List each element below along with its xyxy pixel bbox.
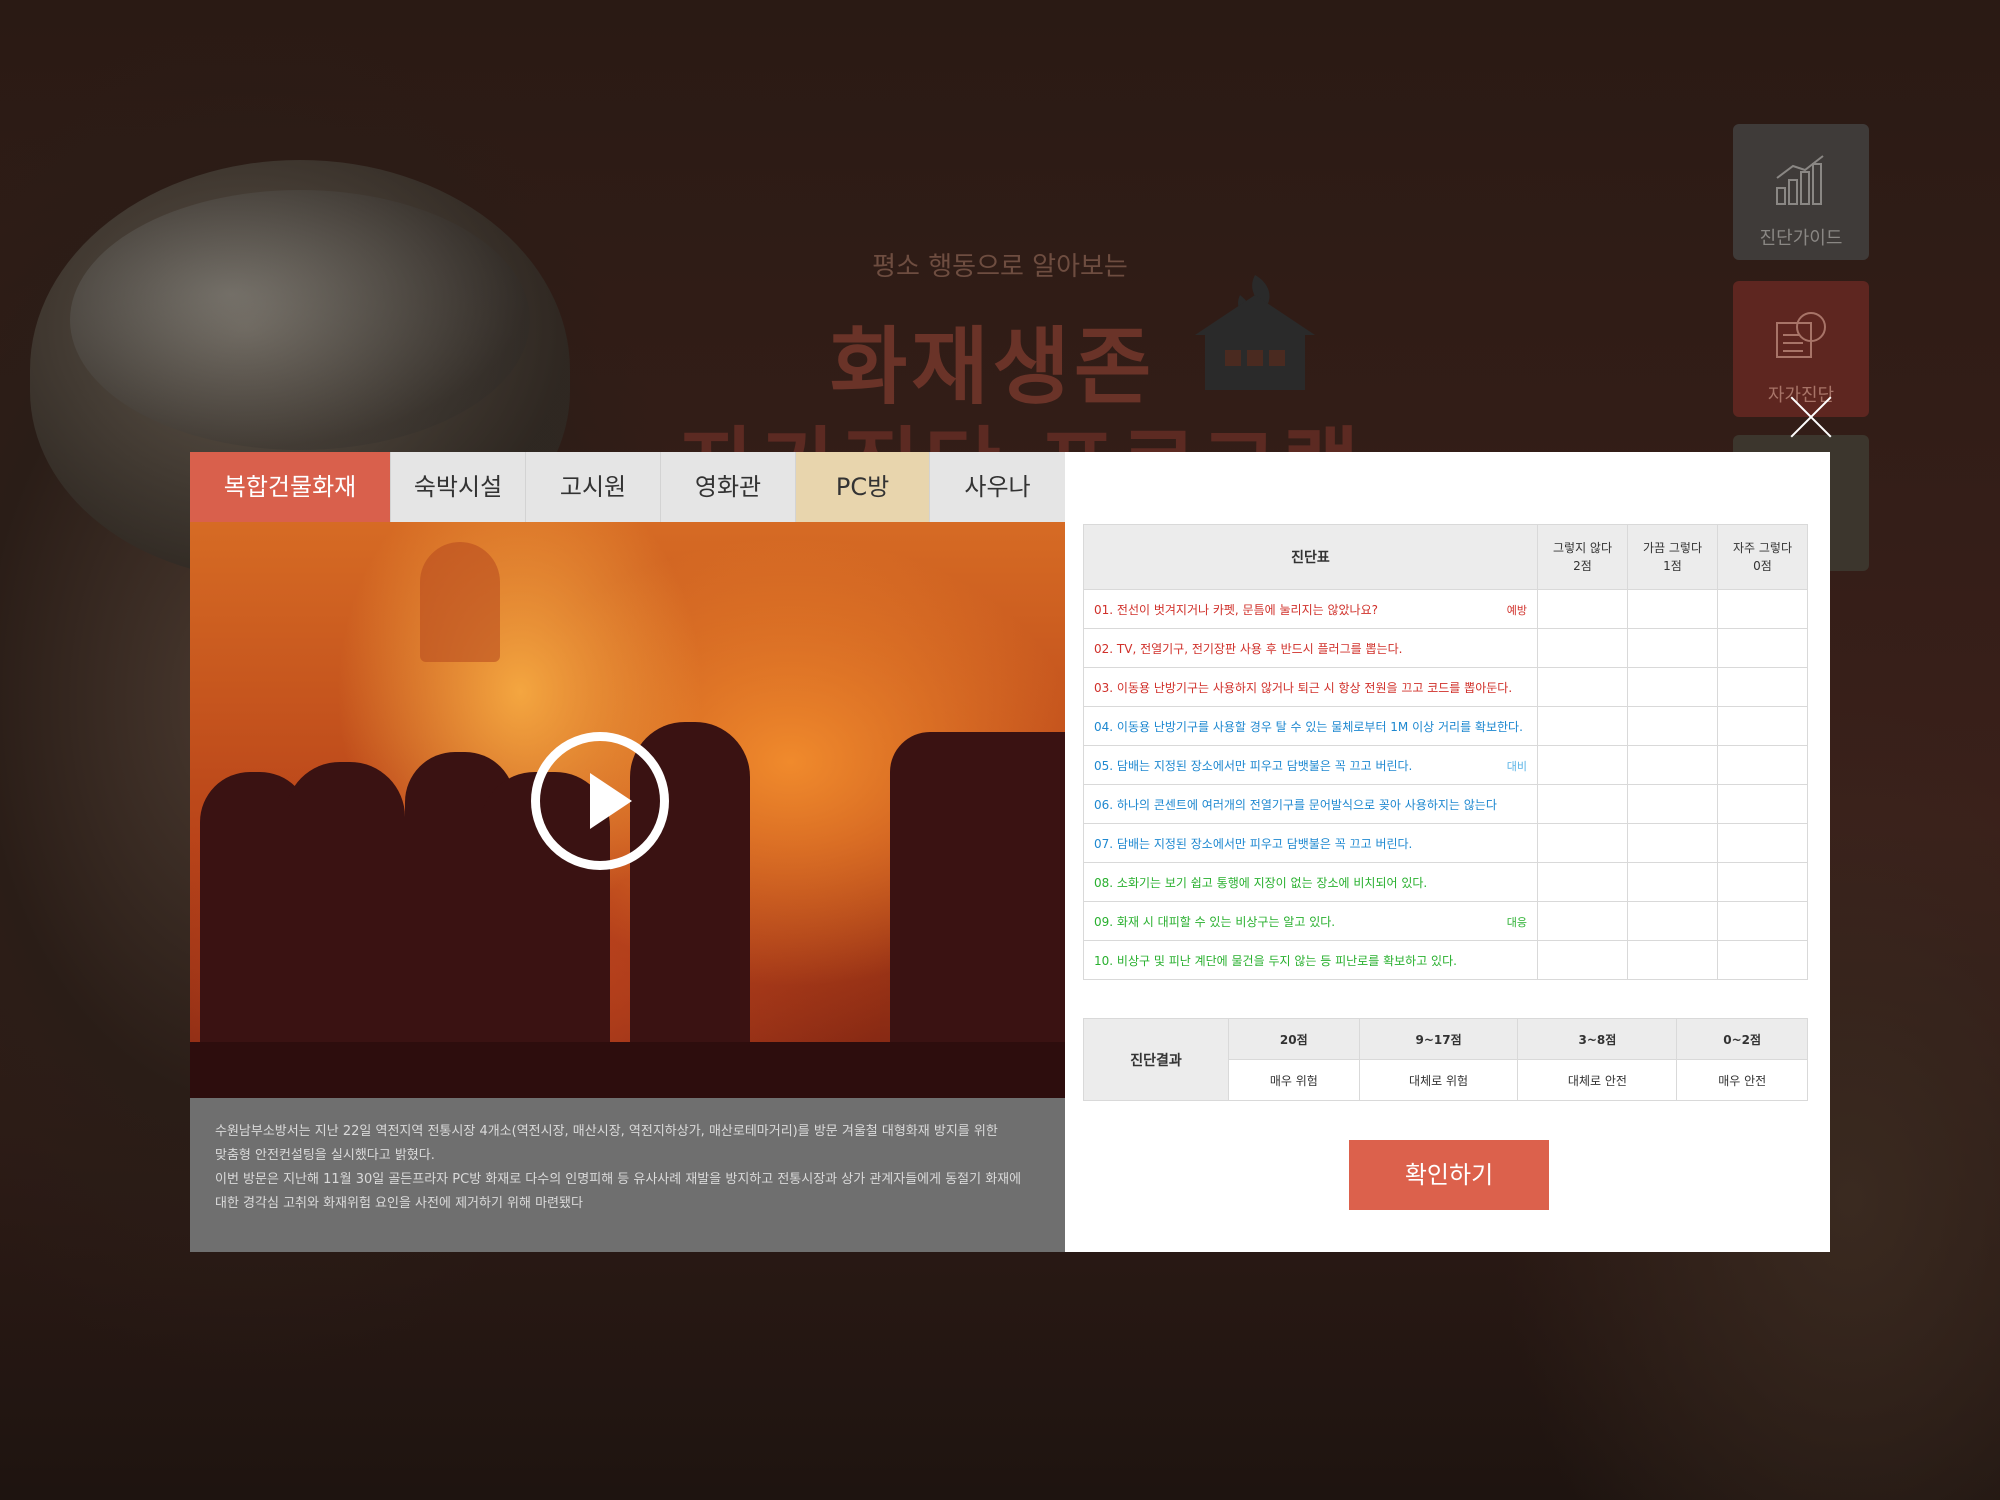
verdict-text: 매우 위험 (1228, 1059, 1360, 1101)
description-line: 대한 경각심 고취와 화재위험 요인을 사전에 제거하기 위해 마련됐다 (215, 1196, 583, 1211)
diagnosis-guide-button[interactable]: 진단가이드 (1733, 124, 1869, 260)
video-player[interactable] (190, 522, 1065, 1098)
verdict-text: 매우 안전 (1676, 1059, 1808, 1101)
answer-cell[interactable] (1717, 784, 1808, 824)
answer-cell[interactable] (1627, 589, 1718, 629)
page-subtitle: 평소 행동으로 알아보는 (872, 252, 1128, 282)
ground-shadow (190, 1042, 1065, 1098)
table-row: 08. 소화기는 보기 쉽고 통행에 지장이 없는 장소에 비치되어 있다. (1083, 862, 1808, 902)
score-range: 20점 (1228, 1018, 1360, 1060)
answer-cell[interactable] (1717, 901, 1808, 941)
answer-cell[interactable] (1717, 706, 1808, 746)
tab-lodging[interactable]: 숙박시설 (391, 452, 526, 522)
question-text: 09. 화재 시 대피할 수 있는 비상구는 알고 있다. 대응 (1083, 901, 1538, 941)
video-panel: 복합건물화재 숙박시설 고시원 영화관 PC방 사우나 수원남부소방서는 지난 … (190, 452, 1065, 1252)
answer-cell[interactable] (1537, 862, 1628, 902)
question-text: 07. 담배는 지정된 장소에서만 피우고 담뱃불은 꼭 끄고 버린다. (1083, 823, 1538, 863)
confirm-button[interactable]: 확인하기 (1349, 1140, 1549, 1210)
category-tag: 대비 (1506, 760, 1527, 773)
question-text: 02. TV, 전열기구, 전기장판 사용 후 반드시 플러그를 뽑는다. (1083, 628, 1538, 668)
description-line: 맞춤형 안전컨설팅을 실시했다고 밝혔다. (215, 1148, 435, 1163)
answer-cell[interactable] (1627, 862, 1718, 902)
answer-cell[interactable] (1537, 745, 1628, 785)
answer-cell[interactable] (1717, 667, 1808, 707)
description-line: 수원남부소방서는 지난 22일 역전지역 전통시장 4개소(역전시장, 매산시장… (215, 1124, 998, 1139)
option-header: 가끔 그렇다 1점 (1627, 524, 1718, 590)
answer-cell[interactable] (1717, 589, 1808, 629)
close-icon[interactable] (1789, 395, 1833, 439)
question-text: 03. 이동용 난방기구는 사용하지 않거나 퇴근 시 항상 전원을 끄고 코드… (1083, 667, 1538, 707)
answer-cell[interactable] (1537, 784, 1628, 824)
answer-cell[interactable] (1537, 706, 1628, 746)
firefighter-silhouette (285, 762, 405, 1062)
question-text: 10. 비상구 및 피난 계단에 물건을 두지 않는 등 피난로를 확보하고 있… (1083, 940, 1538, 980)
video-description: 수원남부소방서는 지난 22일 역전지역 전통시장 4개소(역전시장, 매산시장… (215, 1120, 1025, 1216)
tab-gosiwon[interactable]: 고시원 (526, 452, 661, 522)
answer-cell[interactable] (1717, 823, 1808, 863)
answer-cell[interactable] (1627, 628, 1718, 668)
tab-pc-room[interactable]: PC방 (796, 452, 930, 522)
table-row: 05. 담배는 지정된 장소에서만 피우고 담뱃불은 꼭 끄고 버린다. 대비 (1083, 745, 1808, 785)
answer-cell[interactable] (1717, 940, 1808, 980)
question-text: 06. 하나의 콘센트에 여러개의 전열기구를 문어발식으로 꽂아 사용하지는 … (1083, 784, 1538, 824)
report-icon (1776, 312, 1826, 358)
diagnosis-table: 진단표 그렇지 않다 2점 가끔 그렇다 1점 자주 그렇다 0점 01. 전선이 벗… (1083, 524, 1808, 980)
bar-chart-icon (1776, 155, 1824, 205)
diagnosis-modal: 복합건물화재 숙박시설 고시원 영화관 PC방 사우나 수원남부소방서는 지난 … (190, 452, 1830, 1252)
table-row: 09. 화재 시 대피할 수 있는 비상구는 알고 있다. 대응 (1083, 901, 1808, 941)
question-text: 08. 소화기는 보기 쉽고 통행에 지장이 없는 장소에 비치되어 있다. (1083, 862, 1538, 902)
answer-cell[interactable] (1717, 628, 1808, 668)
category-tag: 예방 (1506, 604, 1527, 617)
facility-tabs: 복합건물화재 숙박시설 고시원 영화관 PC방 사우나 (190, 452, 1065, 522)
answer-cell[interactable] (1537, 940, 1628, 980)
tab-cinema[interactable]: 영화관 (661, 452, 796, 522)
question-text: 04. 이동용 난방기구를 사용할 경우 탈 수 있는 물체로부터 1M 이상 … (1083, 706, 1538, 746)
answer-cell[interactable] (1627, 667, 1718, 707)
tab-sauna[interactable]: 사우나 (930, 452, 1065, 522)
category-tag: 대응 (1506, 916, 1527, 929)
table-row: 03. 이동용 난방기구는 사용하지 않거나 퇴근 시 항상 전원을 끄고 코드… (1083, 667, 1808, 707)
answer-cell[interactable] (1627, 901, 1718, 941)
answer-cell[interactable] (1717, 862, 1808, 902)
tab-complex-building[interactable]: 복합건물화재 (190, 452, 391, 522)
description-line: 이번 방문은 지난해 11월 30일 골든프라자 PC방 화재로 다수의 인명피… (215, 1172, 1022, 1187)
table-row: 10. 비상구 및 피난 계단에 물건을 두지 않는 등 피난로를 확보하고 있… (1083, 940, 1808, 980)
helmet-visor-image (70, 190, 530, 450)
answer-cell[interactable] (1627, 823, 1718, 863)
option-header: 그렇지 않다 2점 (1537, 524, 1628, 590)
question-text: 05. 담배는 지정된 장소에서만 피우고 담뱃불은 꼭 끄고 버린다. 대비 (1083, 745, 1538, 785)
play-icon[interactable] (531, 732, 669, 870)
answer-cell[interactable] (1627, 706, 1718, 746)
diagnosis-guide-label: 진단가이드 (1759, 228, 1843, 249)
result-label: 진단결과 (1083, 1018, 1229, 1101)
table-row: 01. 전선이 벗겨지거나 카펫, 문틈에 눌리지는 않았나요? 예방 (1083, 589, 1808, 629)
result-table: 진단결과 20점 9~17점 3~8점 0~2점 매우 위험 대체로 위험 대체… (1083, 1018, 1808, 1101)
background-tank-shape (420, 542, 500, 662)
table-row: 07. 담배는 지정된 장소에서만 피우고 담뱃불은 꼭 끄고 버린다. (1083, 823, 1808, 863)
answer-cell[interactable] (1627, 745, 1718, 785)
answer-cell[interactable] (1717, 745, 1808, 785)
burning-house-icon (1195, 275, 1315, 390)
question-text: 01. 전선이 벗겨지거나 카펫, 문틈에 눌리지는 않았나요? 예방 (1083, 589, 1538, 629)
answer-cell[interactable] (1537, 823, 1628, 863)
score-range: 3~8점 (1517, 1018, 1678, 1060)
verdict-text: 대체로 위험 (1358, 1059, 1519, 1101)
answer-cell[interactable] (1627, 784, 1718, 824)
answer-cell[interactable] (1537, 589, 1628, 629)
verdict-text: 대체로 안전 (1517, 1059, 1678, 1101)
score-range: 9~17점 (1358, 1018, 1519, 1060)
fire-truck-silhouette (890, 732, 1065, 1062)
answer-cell[interactable] (1537, 901, 1628, 941)
diagnosis-table-header: 진단표 (1083, 524, 1538, 590)
answer-cell[interactable] (1627, 940, 1718, 980)
answer-cell[interactable] (1537, 628, 1628, 668)
answer-cell[interactable] (1537, 667, 1628, 707)
score-range: 0~2점 (1676, 1018, 1808, 1060)
table-row: 02. TV, 전열기구, 전기장판 사용 후 반드시 플러그를 뽑는다. (1083, 628, 1808, 668)
option-header: 자주 그렇다 0점 (1717, 524, 1808, 590)
table-row: 06. 하나의 콘센트에 여러개의 전열기구를 문어발식으로 꽂아 사용하지는 … (1083, 784, 1808, 824)
table-row: 04. 이동용 난방기구를 사용할 경우 탈 수 있는 물체로부터 1M 이상 … (1083, 706, 1808, 746)
